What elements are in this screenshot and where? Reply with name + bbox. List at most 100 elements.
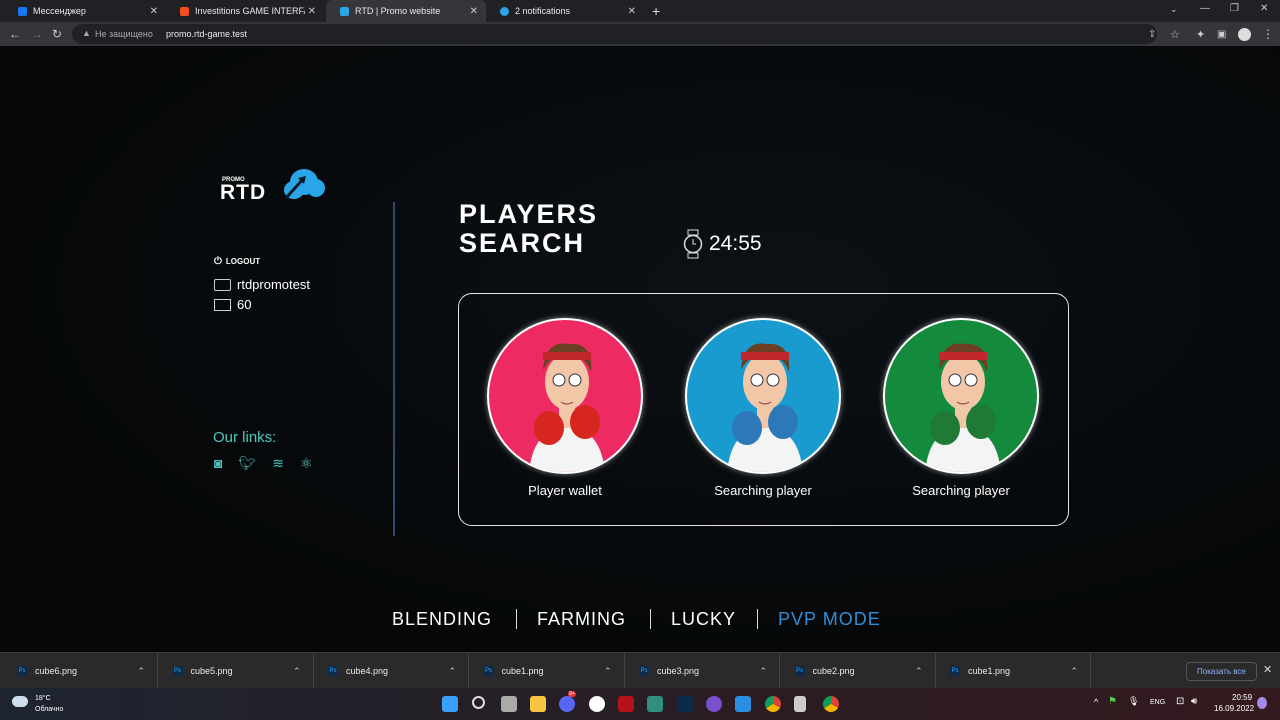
download-item[interactable]: Ps cube4.png ⌃	[314, 653, 469, 689]
ticket-count: 60	[214, 297, 251, 312]
github-icon[interactable]	[706, 696, 722, 712]
nav-separator	[650, 609, 651, 629]
start-icon[interactable]	[442, 696, 458, 712]
menu-icon[interactable]: ⋮	[1262, 27, 1274, 41]
minimize-button[interactable]: —	[1200, 3, 1210, 14]
tray-chevron-icon[interactable]: ^	[1094, 697, 1098, 707]
new-tab-button[interactable]: +	[652, 3, 660, 19]
nav-pvp-mode[interactable]: PVP MODE	[778, 609, 881, 629]
messenger-icon	[18, 6, 27, 16]
player-avatar	[487, 318, 643, 474]
profile-avatar[interactable]	[1238, 28, 1251, 41]
restore-button[interactable]: ❐	[1230, 3, 1239, 14]
player-status-label: Searching player	[714, 483, 812, 498]
tab-figma[interactable]: Investitions GAME INTERFACE – Figma✕	[166, 0, 324, 22]
network-icon[interactable]: ⊡	[1176, 696, 1184, 707]
chevron-up-icon[interactable]: ⌃	[604, 666, 612, 677]
chevron-up-icon[interactable]: ⌃	[293, 666, 301, 677]
notification-icon[interactable]	[1257, 697, 1267, 709]
nav-lucky[interactable]: LUCKY	[671, 609, 736, 629]
twitter-icon[interactable]: 🐦︎	[238, 455, 256, 472]
watch-icon	[683, 229, 703, 259]
timer: 24:55	[683, 229, 762, 259]
download-item[interactable]: Ps cube5.png ⌃	[159, 653, 314, 689]
mic-icon[interactable]: 🎙︎	[1128, 696, 1139, 707]
discord-icon[interactable]: ◙	[214, 455, 222, 472]
page-title: PLAYERS SEARCH	[459, 199, 599, 258]
photoshop-file-icon: Ps	[794, 666, 805, 676]
photoshop-icon[interactable]	[677, 696, 693, 712]
boxer-character-icon	[529, 343, 605, 472]
vscode-icon[interactable]	[735, 696, 751, 712]
player-avatar	[883, 318, 1039, 474]
bookmark-star-icon[interactable]: ☆	[1170, 28, 1180, 41]
download-item[interactable]: Ps cube2.png ⌃	[781, 653, 936, 689]
nav-blending[interactable]: BLENDING	[392, 609, 492, 629]
chevron-up-icon[interactable]: ⌃	[759, 666, 767, 677]
forward-icon[interactable]: →	[31, 27, 43, 41]
show-all-button[interactable]: Показать все	[1186, 662, 1257, 681]
stack-icon[interactable]: ≋	[272, 455, 284, 472]
nav-farming[interactable]: FARMING	[537, 609, 626, 629]
username: rtdpromotest	[214, 277, 310, 292]
rtd-icon	[340, 6, 349, 16]
cloud-icon	[12, 696, 28, 707]
tab-rtd[interactable]: RTD | Promo website ✕	[326, 0, 486, 22]
address-bar: ← → ↻ ▲ Не защищено promo.rtd-game.test …	[0, 22, 1280, 46]
nav-separator	[516, 609, 517, 629]
window-close-button[interactable]: ✕	[1260, 3, 1268, 14]
share-icon[interactable]: ⇪	[1148, 29, 1156, 40]
sidepanel-icon[interactable]: ▣	[1217, 29, 1226, 40]
task-view-icon[interactable]	[501, 696, 517, 712]
reload-icon[interactable]: ↻	[52, 27, 62, 41]
discord-app-icon[interactable]: 9+	[559, 691, 576, 712]
download-item[interactable]: Ps cube6.png ⌃	[3, 653, 158, 689]
extensions-icon[interactable]: ✦	[1196, 28, 1205, 41]
volume-icon[interactable]: 🔊︎	[1191, 696, 1197, 707]
back-icon[interactable]: ←	[9, 27, 21, 41]
download-item[interactable]: Ps cube1.png ⌃	[470, 653, 625, 689]
download-item[interactable]: Ps cube3.png ⌃	[625, 653, 780, 689]
explorer-icon[interactable]	[530, 696, 546, 712]
taskbar: 18°C Облачно 9+ ^ ⚑ 🎙︎ ENG ⊡ 🔊︎ 20:59 16…	[0, 688, 1280, 720]
photoshop-file-icon: Ps	[639, 666, 649, 676]
filezilla-icon[interactable]	[618, 696, 634, 712]
chevron-up-icon[interactable]: ⌃	[448, 666, 456, 677]
social-links: ◙ 🐦︎ ≋ ⚛	[214, 455, 313, 472]
player-status-label: Searching player	[912, 483, 1010, 498]
close-icon[interactable]: ✕	[628, 6, 636, 17]
boxer-character-icon	[925, 343, 1001, 472]
player-status-label: Player wallet	[528, 483, 602, 498]
links-title: Our links:	[213, 429, 277, 446]
figma-icon	[180, 6, 189, 16]
tab-messenger[interactable]: Мессенджер ✕	[4, 0, 166, 22]
power-icon: ⏻	[214, 256, 222, 267]
photoshop-file-icon: Ps	[17, 666, 27, 676]
photoshop-file-icon: Ps	[950, 666, 960, 676]
flag-icon[interactable]: ⚑	[1108, 696, 1117, 707]
close-downloads-icon[interactable]: ✕	[1263, 663, 1272, 676]
id-card-icon	[214, 278, 231, 291]
tab-search-icon[interactable]: ⌄	[1170, 4, 1178, 15]
yandex-icon[interactable]	[589, 696, 605, 712]
chevron-up-icon[interactable]: ⌃	[915, 666, 923, 677]
chevron-up-icon[interactable]: ⌃	[1070, 666, 1078, 677]
photoshop-file-icon: Ps	[483, 666, 494, 676]
chevron-up-icon[interactable]: ⌃	[137, 666, 145, 677]
close-icon[interactable]: ✕	[308, 6, 316, 17]
close-icon[interactable]: ✕	[150, 6, 158, 17]
url-field[interactable]: ▲ Не защищено promo.rtd-game.test	[72, 24, 1157, 44]
atom-icon[interactable]: ⚛	[300, 455, 313, 472]
terminal-icon[interactable]	[647, 696, 663, 712]
chrome-icon[interactable]	[765, 696, 781, 712]
logout-button[interactable]: ⏻ LOGOUT	[214, 256, 260, 267]
tab-telegram[interactable]: 2 notifications ✕	[486, 0, 644, 22]
tab-bar: Мессенджер✕ Investitions GAME INTERFACE …	[0, 0, 1280, 22]
notepad-icon[interactable]	[794, 696, 806, 712]
download-item[interactable]: Ps cube1.png ⌃	[936, 653, 1091, 689]
search-icon[interactable]	[472, 696, 485, 709]
warning-icon: ▲	[82, 28, 91, 38]
chrome-icon-2[interactable]	[823, 696, 839, 712]
close-icon[interactable]: ✕	[470, 6, 478, 17]
ticket-icon	[214, 298, 231, 311]
